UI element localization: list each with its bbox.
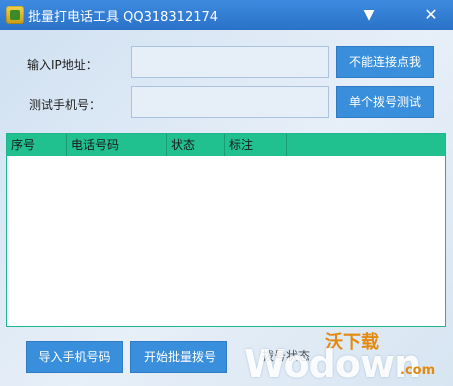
call-list-table[interactable]: 序号 电话号码 状态 标注: [6, 133, 446, 327]
test-phone-label: 测试手机号：: [29, 98, 102, 112]
column-header-phone[interactable]: 电话号码: [67, 134, 167, 156]
column-header-index[interactable]: 序号: [7, 134, 67, 156]
import-numbers-button[interactable]: 导入手机号码: [26, 341, 123, 373]
close-icon[interactable]: ✕: [420, 4, 442, 26]
ip-label: 输入IP地址：: [27, 58, 98, 72]
test-phone-input[interactable]: [131, 86, 329, 118]
window-title: 批量打电话工具 QQ318312174: [28, 10, 219, 25]
title-bar: 批量打电话工具 QQ318312174 ▼ ✕: [0, 0, 453, 30]
single-dial-test-button[interactable]: 单个拨号测试: [336, 86, 434, 118]
watermark-suffix: .com: [400, 363, 436, 378]
column-header-status[interactable]: 状态: [167, 134, 225, 156]
connect-help-button[interactable]: 不能连接点我: [336, 46, 434, 78]
watermark-logo: 沃下载 Wodown .com: [208, 322, 453, 386]
table-header: 序号 电话号码 状态 标注: [7, 134, 445, 156]
ip-input[interactable]: [131, 46, 329, 78]
column-header-note[interactable]: 标注: [225, 134, 287, 156]
minimize-icon[interactable]: ▼: [358, 4, 380, 26]
app-icon: [6, 6, 24, 24]
watermark-en: Wodown: [244, 342, 421, 386]
